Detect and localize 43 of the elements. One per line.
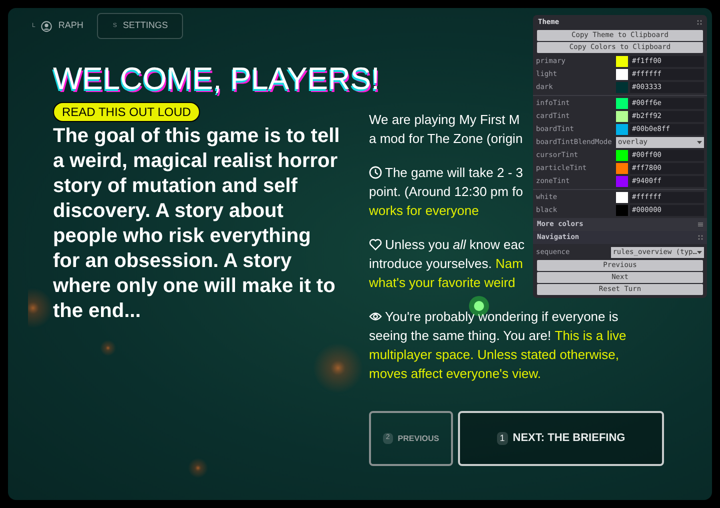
body-text: We are playing My First M (369, 111, 520, 129)
highlighted-text: Nam (495, 255, 523, 273)
highlighted-text: This is a live (554, 327, 626, 345)
highlighted-text: multiplayer space. Unless stated otherwise, (369, 346, 620, 364)
caret-icon (697, 250, 702, 254)
color-swatch[interactable] (616, 56, 628, 67)
heart-icon (369, 238, 382, 251)
color-swatch[interactable] (616, 176, 628, 187)
body-text: Unless you all know eac (385, 236, 524, 254)
body-text: The game will take 2 - 3 (385, 164, 524, 182)
color-swatch[interactable] (616, 205, 628, 216)
highlighted-text: moves affect everyone's view. (369, 365, 542, 383)
next-button[interactable]: 1 NEXT: THE BRIEFING (458, 411, 664, 466)
color-swatch[interactable] (616, 98, 628, 109)
highlighted-text: works for everyone (369, 202, 479, 220)
user-icon (41, 20, 52, 32)
glow-particle (188, 458, 208, 478)
intro-paragraph: The goal of this game is to tell a weird, magical realist horror story of mutation and self discovery. A story about people who risk everything for an obsession. A story where only one will make it to the end... (53, 124, 341, 324)
color-swatch[interactable] (616, 150, 628, 161)
caret-icon (697, 141, 702, 144)
drag-handle-icon (697, 20, 702, 24)
body-text: a mod for The Zone (origin (369, 130, 523, 148)
read-aloud-badge: READ THIS OUT LOUD (53, 102, 200, 122)
color-swatch[interactable] (616, 163, 628, 174)
color-swatch[interactable] (616, 69, 628, 80)
glow-particle (100, 340, 116, 356)
color-swatch[interactable] (616, 124, 628, 135)
color-swatch[interactable] (616, 192, 628, 203)
body-text: introduce yourselves. (369, 255, 493, 273)
body-text: point. (Around 12:30 pm fo (369, 183, 523, 201)
drag-handle-icon (698, 235, 703, 240)
color-swatch[interactable] (616, 111, 628, 122)
glow-particle (313, 343, 363, 393)
glow-particle (28, 288, 53, 328)
body-text: seeing the same thing. You are! (369, 327, 552, 345)
page-title: WELCOME, PLAYERS! (53, 60, 380, 98)
highlighted-text: what's your favorite weird (369, 274, 516, 292)
clock-icon (369, 166, 382, 179)
eye-icon (369, 310, 382, 323)
body-text: You're probably wondering if everyone is (385, 308, 618, 326)
color-swatch[interactable] (616, 82, 628, 93)
key-hint: 1 (496, 432, 508, 446)
menu-icon (698, 222, 703, 227)
